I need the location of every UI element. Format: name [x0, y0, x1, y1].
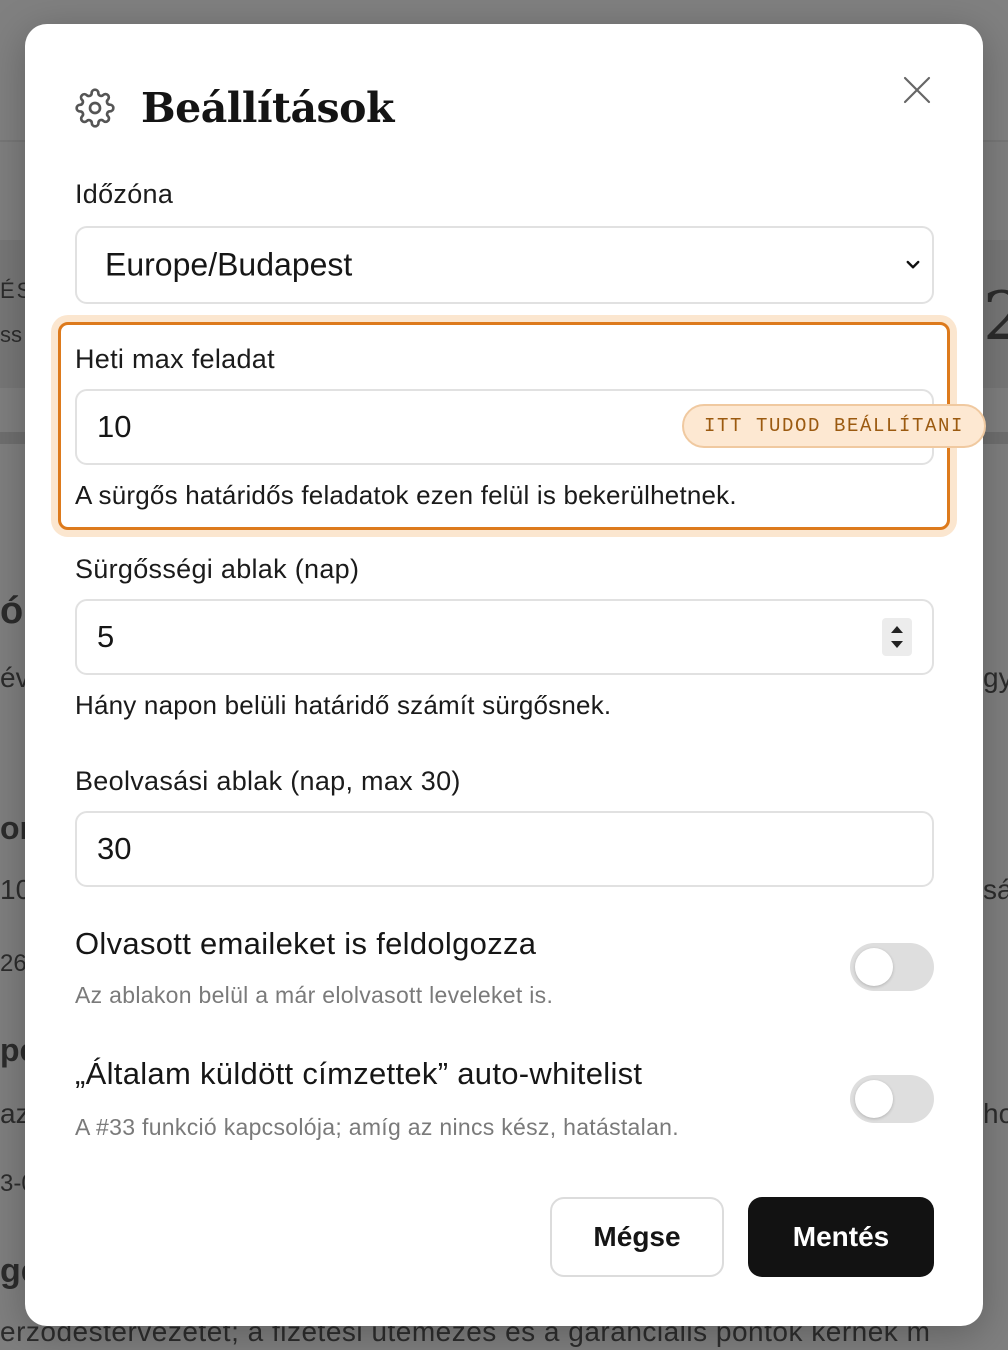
onboarding-hint-pill: ITT TUDOD BEÁLLÍTANI	[682, 404, 987, 448]
timezone-label: Időzóna	[75, 179, 174, 209]
read-window-label: Beolvasási ablak (nap, max 30)	[75, 766, 461, 796]
timezone-select[interactable]: Europe/Budapest	[75, 226, 934, 304]
close-icon[interactable]	[901, 74, 933, 106]
process-read-toggle[interactable]	[850, 943, 934, 991]
backdrop-text: sá	[983, 874, 1008, 905]
urgency-window-help: Hány napon belüli határidő számít sürgős…	[75, 690, 612, 720]
auto-whitelist-title: „Általam küldött címzettek” auto-whiteli…	[75, 1056, 643, 1091]
weekly-max-label: Heti max feladat	[75, 344, 275, 374]
cancel-button[interactable]: Mégse	[550, 1197, 724, 1277]
backdrop-text: ss	[0, 322, 22, 347]
weekly-max-help: A sürgős határidős feladatok ezen felül …	[75, 480, 737, 510]
read-window-input[interactable]: 30	[75, 811, 934, 887]
urgency-window-value: 5	[97, 619, 115, 654]
auto-whitelist-toggle[interactable]	[850, 1075, 934, 1123]
backdrop-text: 2	[983, 278, 1008, 355]
toggle-knob	[855, 948, 893, 986]
process-read-title: Olvasott emaileket is feldolgozza	[75, 926, 537, 961]
urgency-window-label: Sürgősségi ablak (nap)	[75, 554, 360, 584]
timezone-value: Europe/Budapest	[105, 246, 353, 283]
backdrop-text: ho	[983, 1098, 1008, 1129]
read-window-value: 30	[97, 831, 132, 866]
backdrop-text: gy	[983, 662, 1008, 693]
chevron-down-icon	[906, 260, 920, 269]
dialog-header: Beállítások	[75, 84, 394, 132]
number-stepper[interactable]	[882, 618, 912, 656]
weekly-max-value: 10	[97, 409, 132, 444]
auto-whitelist-description: A #33 funkció kapcsolója; amíg az nincs …	[75, 1114, 679, 1140]
stepper-arrows-icon	[891, 626, 903, 648]
toggle-knob	[855, 1080, 893, 1118]
backdrop-text: 26	[0, 950, 27, 977]
gear-icon	[75, 88, 115, 128]
dialog-title: Beállítások	[141, 84, 394, 132]
settings-dialog: Beállítások Időzóna Europe/Budapest Heti…	[25, 24, 987, 1326]
process-read-description: Az ablakon belül a már elolvasott levele…	[75, 982, 554, 1008]
save-button[interactable]: Mentés	[748, 1197, 934, 1277]
urgency-window-input[interactable]: 5	[75, 599, 934, 675]
